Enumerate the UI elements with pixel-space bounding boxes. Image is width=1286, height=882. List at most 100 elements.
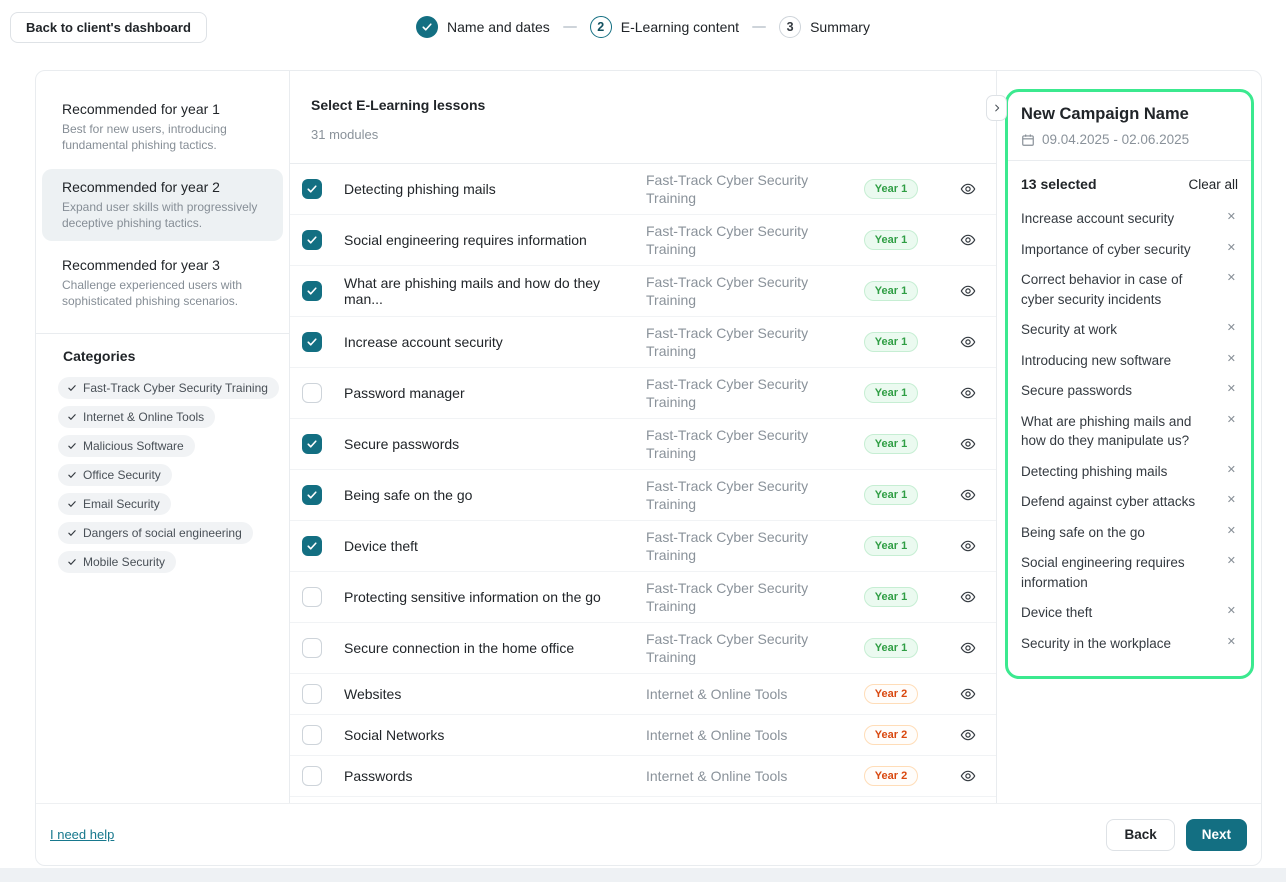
category-chip-malicious-software[interactable]: Malicious Software — [58, 435, 195, 457]
back-to-dashboard-button[interactable]: Back to client's dashboard — [10, 12, 207, 43]
category-chip-label: Office Security — [83, 468, 161, 482]
preview-eye-icon — [960, 640, 976, 656]
lesson-checkbox[interactable] — [302, 434, 322, 454]
preview-lesson-button[interactable] — [936, 487, 976, 503]
year-badge: Year 2 — [864, 684, 918, 704]
lesson-checkbox[interactable] — [302, 332, 322, 352]
selected-item: Security at work✕ — [1021, 320, 1238, 340]
year-badge: Year 1 — [864, 485, 918, 505]
lesson-row: WebsitesInternet & Online ToolsYear 2 — [290, 674, 996, 715]
campaign-name: New Campaign Name — [1021, 105, 1238, 124]
step-label: Name and dates — [447, 19, 550, 35]
year-badge-column: Year 1 — [846, 638, 936, 658]
remove-item-icon[interactable]: ✕ — [1227, 523, 1238, 537]
lesson-title: Protecting sensitive information on the … — [344, 589, 646, 605]
next-button[interactable]: Next — [1186, 819, 1247, 851]
lesson-checkbox[interactable] — [302, 725, 322, 745]
preview-lesson-button[interactable] — [936, 436, 976, 452]
recommendation-year-2[interactable]: Recommended for year 2Expand user skills… — [42, 169, 283, 241]
preview-lesson-button[interactable] — [936, 686, 976, 702]
preview-lesson-button[interactable] — [936, 640, 976, 656]
category-chip-list: Fast-Track Cyber Security Training Intern… — [36, 377, 289, 573]
remove-item-icon[interactable]: ✕ — [1227, 240, 1238, 254]
lesson-checkbox[interactable] — [302, 179, 322, 199]
calendar-icon — [1021, 133, 1035, 147]
preview-lesson-button[interactable] — [936, 334, 976, 350]
lesson-checkbox[interactable] — [302, 281, 322, 301]
remove-item-icon[interactable]: ✕ — [1227, 634, 1238, 648]
selected-item: What are phishing mails and how do they … — [1021, 412, 1238, 451]
year-badge-column: Year 1 — [846, 179, 936, 199]
selected-item-label: Defend against cyber attacks — [1021, 492, 1227, 512]
year-badge-column: Year 1 — [846, 587, 936, 607]
category-chip-fast-track-cyber-security-training[interactable]: Fast-Track Cyber Security Training — [58, 377, 279, 399]
preview-lesson-button[interactable] — [936, 385, 976, 401]
category-chip-mobile-security[interactable]: Mobile Security — [58, 551, 176, 573]
clear-all-button[interactable]: Clear all — [1188, 177, 1238, 192]
category-chip-internet-online-tools[interactable]: Internet & Online Tools — [58, 406, 215, 428]
year-badge-column: Year 2 — [846, 766, 936, 786]
check-icon — [67, 441, 77, 451]
lesson-row: Detecting phishing mailsFast-Track Cyber… — [290, 164, 996, 215]
lesson-row: Password managerFast-Track Cyber Securit… — [290, 368, 996, 419]
help-link[interactable]: I need help — [50, 827, 114, 842]
category-chip-dangers-of-social-engineering[interactable]: Dangers of social engineering — [58, 522, 253, 544]
selected-item: Secure passwords✕ — [1021, 381, 1238, 401]
lesson-checkbox[interactable] — [302, 766, 322, 786]
preview-lesson-button[interactable] — [936, 283, 976, 299]
lesson-checkbox[interactable] — [302, 383, 322, 403]
lesson-row: What are phishing mails and how do they … — [290, 266, 996, 317]
lesson-checkbox[interactable] — [302, 230, 322, 250]
remove-item-icon[interactable]: ✕ — [1227, 270, 1238, 284]
lesson-title: Password manager — [344, 385, 646, 401]
preview-lesson-button[interactable] — [936, 768, 976, 784]
remove-item-icon[interactable]: ✕ — [1227, 351, 1238, 365]
check-icon — [306, 336, 318, 348]
remove-item-icon[interactable]: ✕ — [1227, 412, 1238, 426]
lesson-category: Internet & Online Tools — [646, 726, 846, 744]
lesson-checkbox[interactable] — [302, 684, 322, 704]
lesson-category: Fast-Track Cyber Security Training — [646, 528, 846, 564]
preview-lesson-button[interactable] — [936, 589, 976, 605]
step-name-and-dates[interactable]: Name and dates — [416, 16, 550, 38]
preview-lesson-button[interactable] — [936, 181, 976, 197]
year-badge-column: Year 1 — [846, 434, 936, 454]
lesson-checkbox[interactable] — [302, 638, 322, 658]
lesson-title: Passwords — [344, 768, 646, 784]
remove-item-icon[interactable]: ✕ — [1227, 492, 1238, 506]
collapse-panel-button[interactable] — [986, 95, 1007, 121]
lesson-row: Secure passwordsFast-Track Cyber Securit… — [290, 419, 996, 470]
recommendation-description: Best for new users, introducing fundamen… — [62, 122, 263, 153]
category-chip-email-security[interactable]: Email Security — [58, 493, 171, 515]
lesson-checkbox[interactable] — [302, 587, 322, 607]
preview-lesson-button[interactable] — [936, 538, 976, 554]
category-chip-office-security[interactable]: Office Security — [58, 464, 172, 486]
campaign-summary-panel: New Campaign Name 09.04.2025 - 02.06.202… — [1005, 89, 1254, 679]
step-e-learning-content[interactable]: 2E-Learning content — [590, 16, 739, 38]
back-button[interactable]: Back — [1106, 819, 1174, 851]
modules-count: 31 modules — [311, 127, 996, 142]
preview-lesson-button[interactable] — [936, 232, 976, 248]
chevron-right-icon — [992, 103, 1002, 113]
year-badge: Year 1 — [864, 536, 918, 556]
lessons-header: Select E-Learning lessons 31 modules — [290, 71, 996, 164]
recommendation-year-1[interactable]: Recommended for year 1Best for new users… — [42, 91, 283, 163]
lesson-checkbox[interactable] — [302, 536, 322, 556]
lesson-checkbox[interactable] — [302, 485, 322, 505]
preview-lesson-button[interactable] — [936, 727, 976, 743]
category-chip-label: Malicious Software — [83, 439, 184, 453]
check-icon — [306, 438, 318, 450]
remove-item-icon[interactable]: ✕ — [1227, 209, 1238, 223]
remove-item-icon[interactable]: ✕ — [1227, 603, 1238, 617]
remove-item-icon[interactable]: ✕ — [1227, 381, 1238, 395]
selected-item: Importance of cyber security✕ — [1021, 240, 1238, 260]
selected-item: Being safe on the go✕ — [1021, 523, 1238, 543]
step-summary[interactable]: 3Summary — [779, 16, 870, 38]
lesson-category: Fast-Track Cyber Security Training — [646, 324, 846, 360]
remove-item-icon[interactable]: ✕ — [1227, 462, 1238, 476]
remove-item-icon[interactable]: ✕ — [1227, 320, 1238, 334]
check-icon — [306, 234, 318, 246]
recommendation-year-3[interactable]: Recommended for year 3Challenge experien… — [42, 247, 283, 319]
check-icon — [67, 383, 77, 393]
remove-item-icon[interactable]: ✕ — [1227, 553, 1238, 567]
